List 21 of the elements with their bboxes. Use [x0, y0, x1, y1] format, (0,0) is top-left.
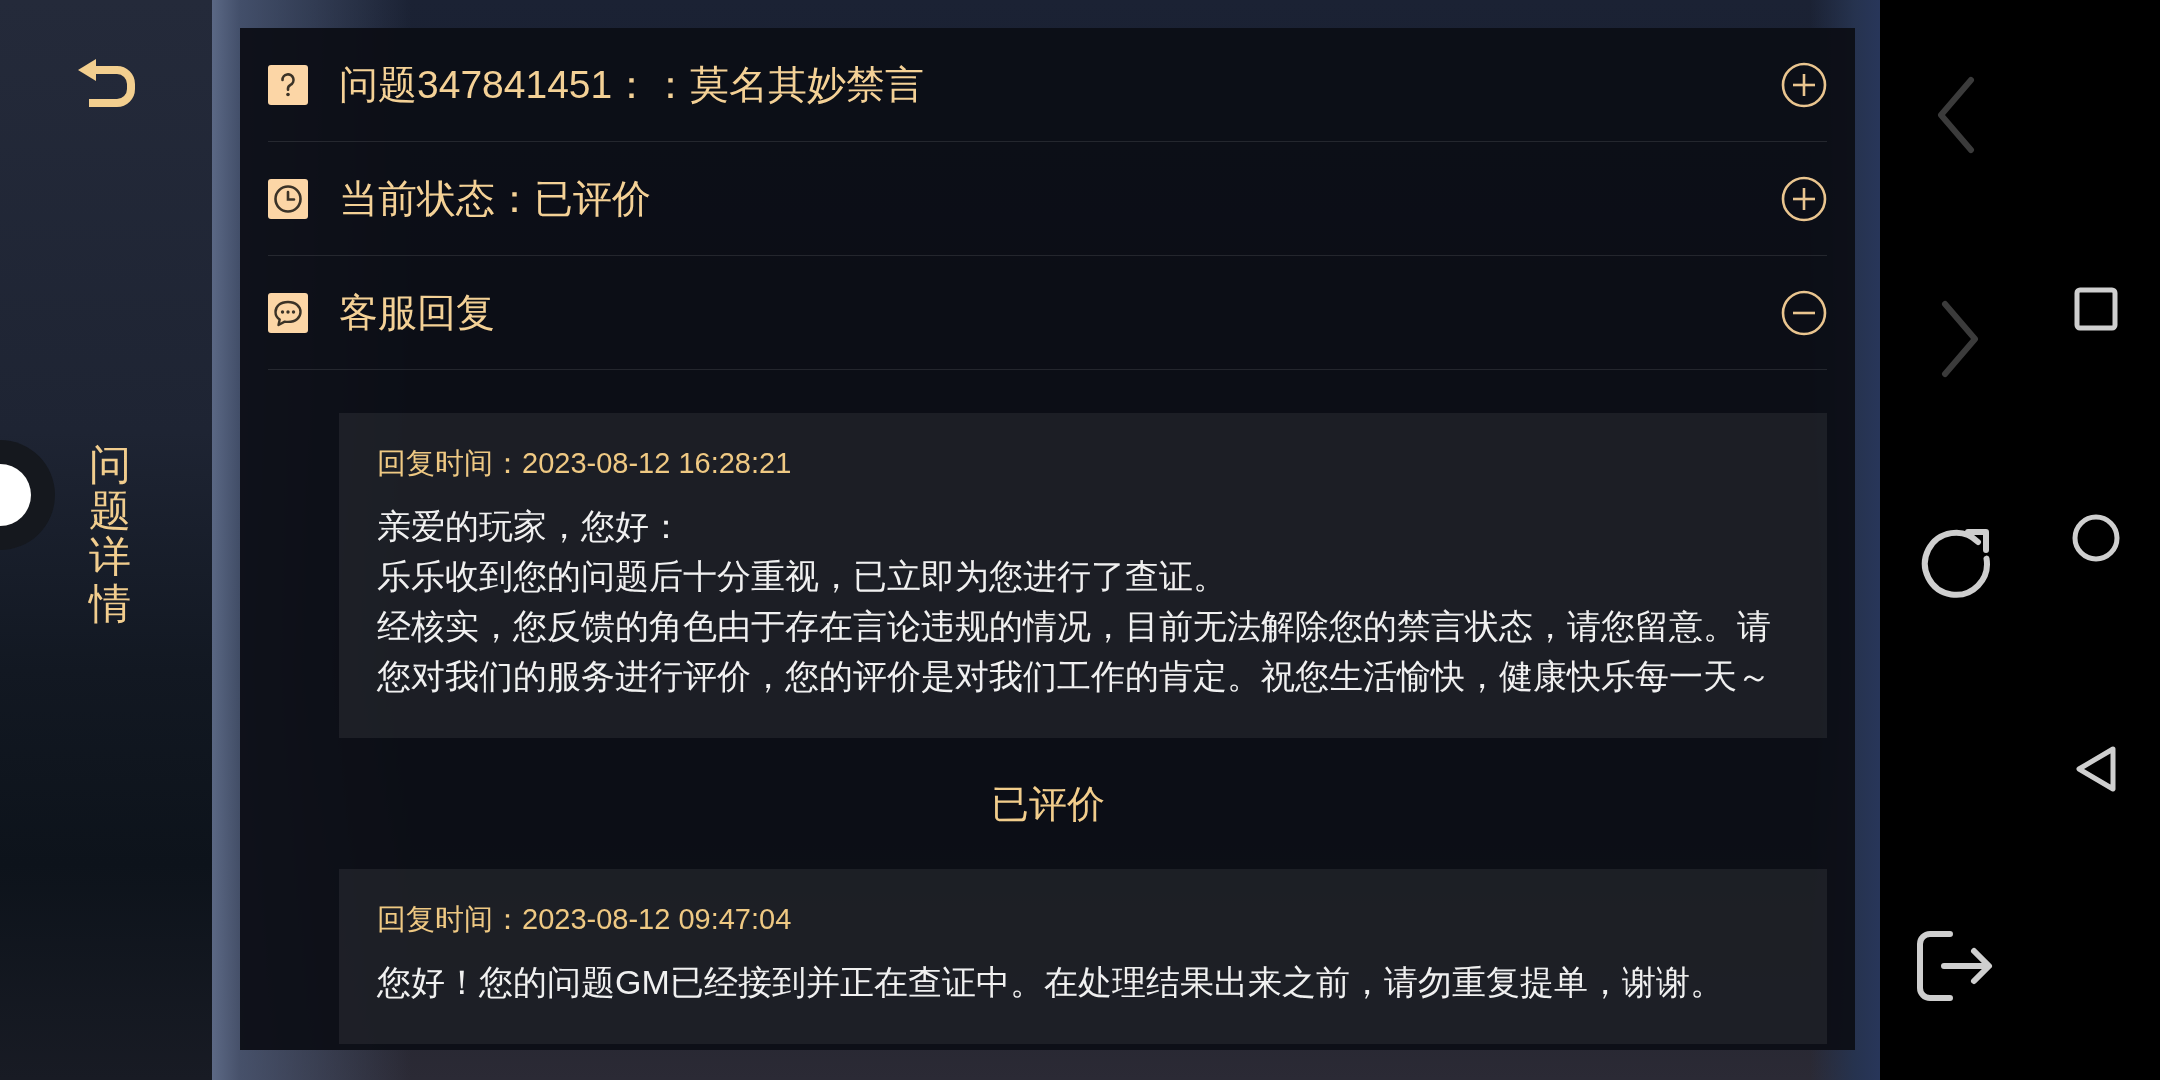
- section-title: 当前状态：已评价: [339, 175, 652, 222]
- clock-icon: [268, 178, 308, 219]
- circle-icon[interactable]: [2072, 514, 2120, 562]
- question-mark-icon: [268, 64, 308, 105]
- return-arrow-icon[interactable]: [76, 58, 136, 107]
- section-title: 问题347841451：：莫名其妙禁言: [339, 61, 926, 108]
- reply-message: 经核实，您反馈的角色由于存在言论违规的情况，目前无法解除您的禁言状态，请您留意。请您对我们的服务进行评价，您的评价是对我们工作的肯定。祝您生活愉快，健康快乐每一天～: [377, 606, 1772, 697]
- reply-message: 亲爱的玩家，您好：: [377, 506, 684, 547]
- plus-circle-icon[interactable]: [1781, 61, 1827, 108]
- square-icon[interactable]: [2074, 287, 2118, 331]
- plus-circle-icon[interactable]: [1781, 175, 1827, 222]
- minus-circle-icon[interactable]: [1781, 289, 1827, 336]
- reply-time: 回复时间：2023-08-12 16:28:21: [377, 446, 793, 481]
- section-title: 客服回复: [339, 289, 496, 336]
- reply-message: 乐乐收到您的问题后十分重视，已立即为您进行了查证。: [377, 556, 1228, 597]
- evaluation-status: 已评价: [990, 781, 1105, 827]
- page-title: 问题详情: [89, 442, 131, 627]
- triangle-icon[interactable]: [2075, 745, 2117, 793]
- reply-time: 回复时间：2023-08-12 09:47:04: [377, 902, 793, 937]
- reply-message: 您好！您的问题GM已经接到并正在查证中。在处理结果出来之前，请勿重复提单，谢谢。: [377, 962, 1725, 1003]
- chat-bubble-icon: [268, 292, 308, 333]
